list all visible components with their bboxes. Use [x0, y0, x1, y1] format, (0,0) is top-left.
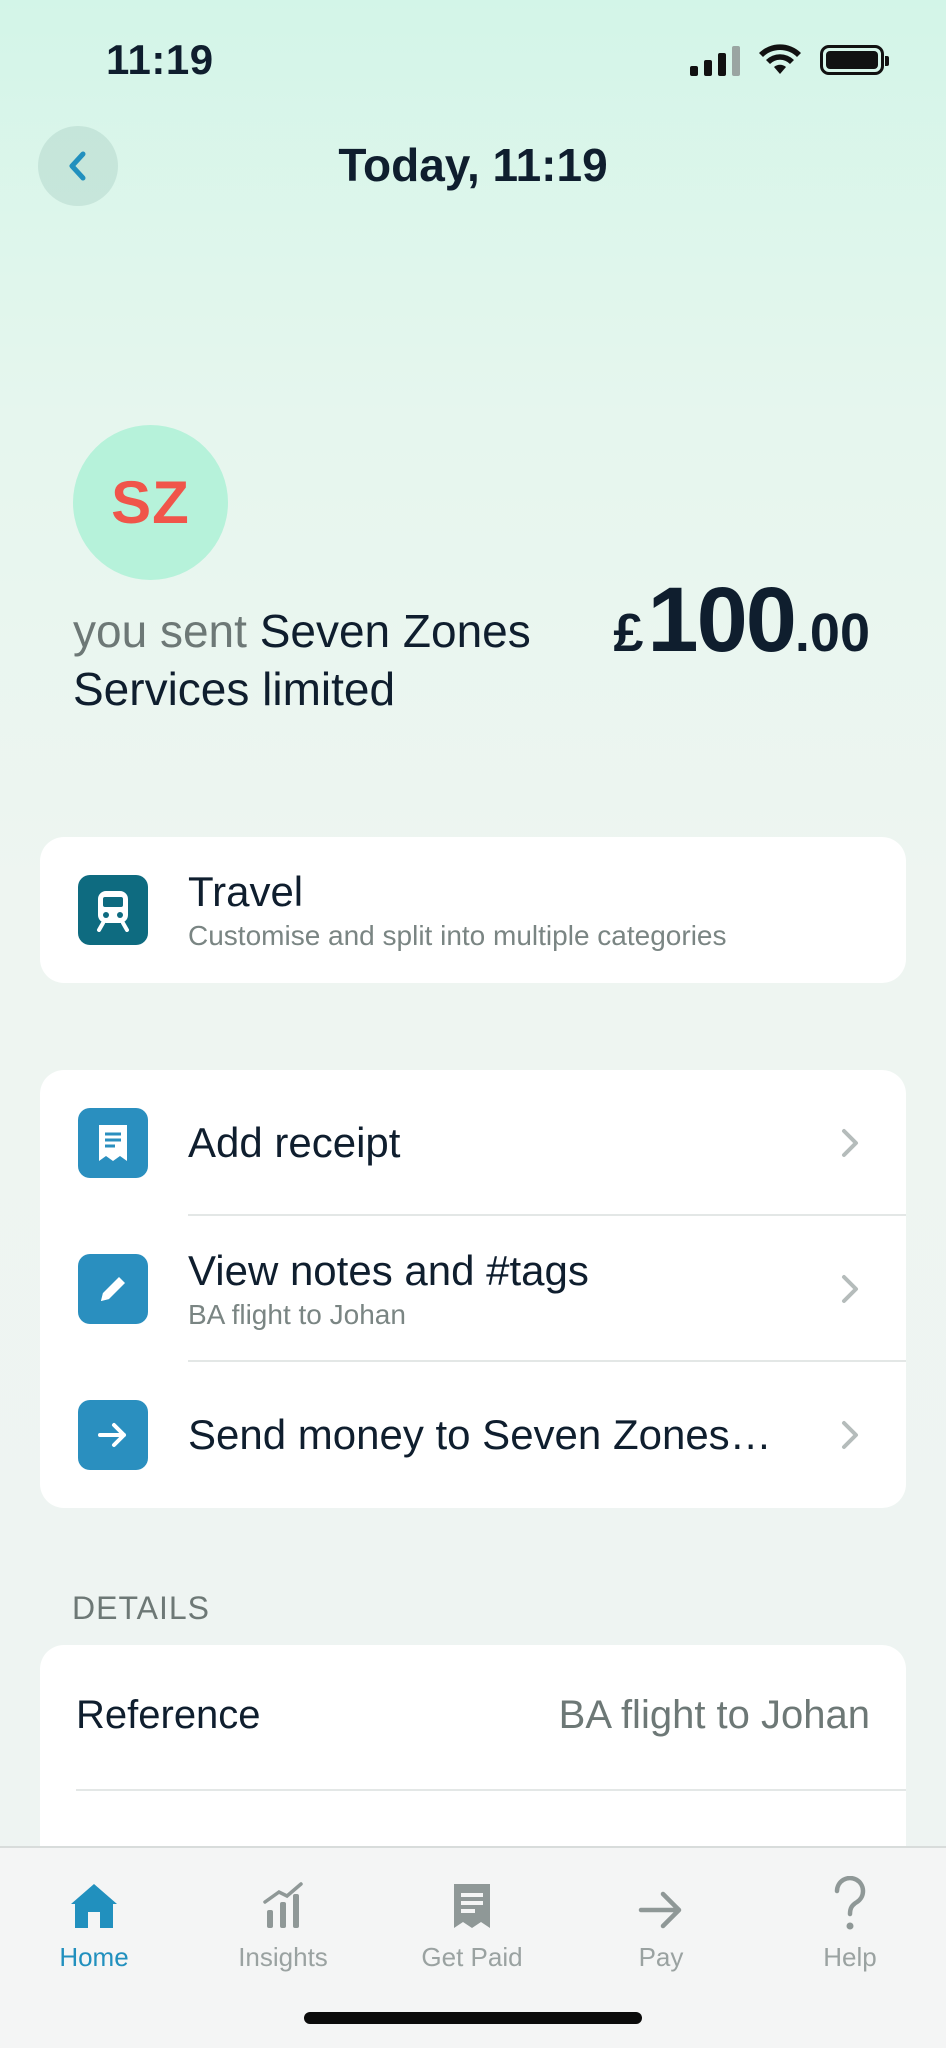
status-time: 11:19 — [106, 36, 214, 83]
detail-row-reference[interactable]: Reference BA flight to Johan — [40, 1645, 906, 1791]
category-subtitle: Customise and split into multiple catego… — [188, 920, 727, 951]
tab-label: Help — [823, 1942, 877, 1972]
chevron-right-icon — [842, 1421, 858, 1449]
wifi-icon — [759, 44, 801, 74]
tab-home[interactable]: Home — [24, 1868, 164, 1973]
home-indicator — [304, 2012, 642, 2024]
chevron-right-icon — [842, 1275, 858, 1303]
send-money-row[interactable]: Send money to Seven Zones… — [40, 1362, 906, 1508]
category-card[interactable]: Travel Customise and split into multiple… — [40, 837, 906, 983]
receipt-icon — [78, 1108, 148, 1178]
tab-insights[interactable]: Insights — [213, 1868, 353, 1973]
actions-card: Add receipt View notes and #tags BA flig… — [40, 1070, 906, 1508]
arrow-right-icon — [638, 1891, 682, 1929]
insights-icon — [263, 1882, 303, 1928]
tab-label: Insights — [238, 1942, 328, 1972]
chevron-right-icon — [842, 1129, 858, 1157]
transaction-description: you sent Seven Zones Services limited — [73, 602, 603, 718]
action-title: Add receipt — [188, 1119, 401, 1166]
sent-prefix: you sent — [73, 605, 247, 657]
divider — [76, 1789, 906, 1791]
add-receipt-row[interactable]: Add receipt — [40, 1070, 906, 1216]
question-icon — [834, 1876, 866, 1930]
action-subtitle: BA flight to Johan — [188, 1299, 406, 1330]
detail-value: BA flight to Johan — [558, 1693, 870, 1737]
tab-get-paid[interactable]: Get Paid — [402, 1868, 542, 1973]
pencil-icon — [78, 1254, 148, 1324]
status-icons — [690, 44, 889, 76]
tab-label: Home — [59, 1942, 129, 1972]
transaction-amount: £ 100 .00 — [613, 568, 870, 673]
tab-help[interactable]: Help — [780, 1868, 920, 1973]
receipt-icon — [454, 1884, 490, 1928]
amount-currency: £ — [613, 603, 644, 663]
tab-pay[interactable]: Pay — [591, 1868, 731, 1973]
category-title: Travel — [188, 868, 304, 915]
cellular-signal-icon — [690, 44, 740, 76]
tab-label: Pay — [638, 1942, 684, 1972]
detail-key: Reference — [76, 1693, 261, 1737]
amount-major: 100 — [647, 569, 796, 671]
avatar-initials: SZ — [111, 469, 190, 536]
tab-label: Get Paid — [421, 1942, 523, 1972]
action-title: View notes and #tags — [188, 1247, 589, 1294]
category-row[interactable]: Travel Customise and split into multiple… — [40, 837, 906, 983]
action-title: Send money to Seven Zones… — [188, 1411, 772, 1458]
page-title: Today, 11:19 — [338, 139, 608, 191]
home-icon — [71, 1884, 117, 1928]
amount-minor: .00 — [794, 603, 870, 663]
status-bar: 11:19 — [0, 0, 946, 120]
battery-icon — [820, 45, 889, 75]
arrow-right-icon — [78, 1400, 148, 1470]
view-notes-row[interactable]: View notes and #tags BA flight to Johan — [40, 1216, 906, 1362]
train-icon — [78, 875, 148, 945]
details-section-label: DETAILS — [72, 1590, 210, 1626]
merchant-avatar: SZ — [73, 425, 228, 580]
